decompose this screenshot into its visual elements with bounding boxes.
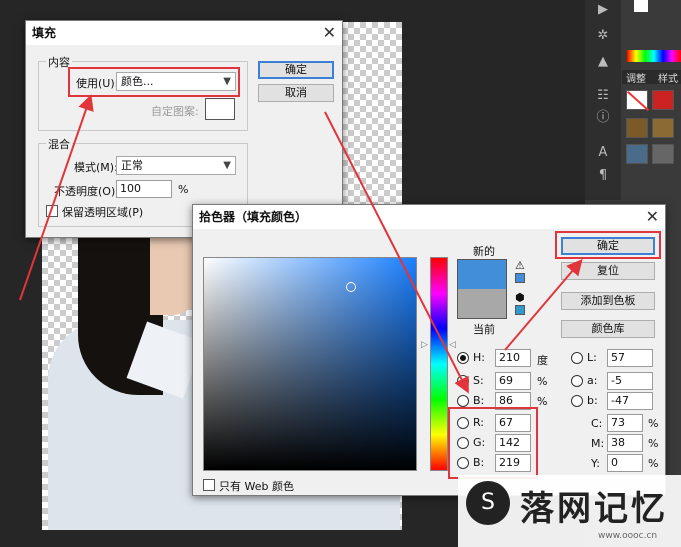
watermark-url: www.oooc.cn [598, 531, 658, 541]
arrow-to-use [19, 94, 94, 301]
watermark: S 落网记忆 www.oooc.cn [458, 475, 681, 547]
annotation-arrows [19, 94, 583, 394]
arrow-to-rgb [324, 111, 469, 394]
watermark-logo-icon: S [466, 481, 510, 525]
arrow-to-ok [504, 258, 583, 351]
watermark-text: 落网记忆 [520, 489, 668, 529]
